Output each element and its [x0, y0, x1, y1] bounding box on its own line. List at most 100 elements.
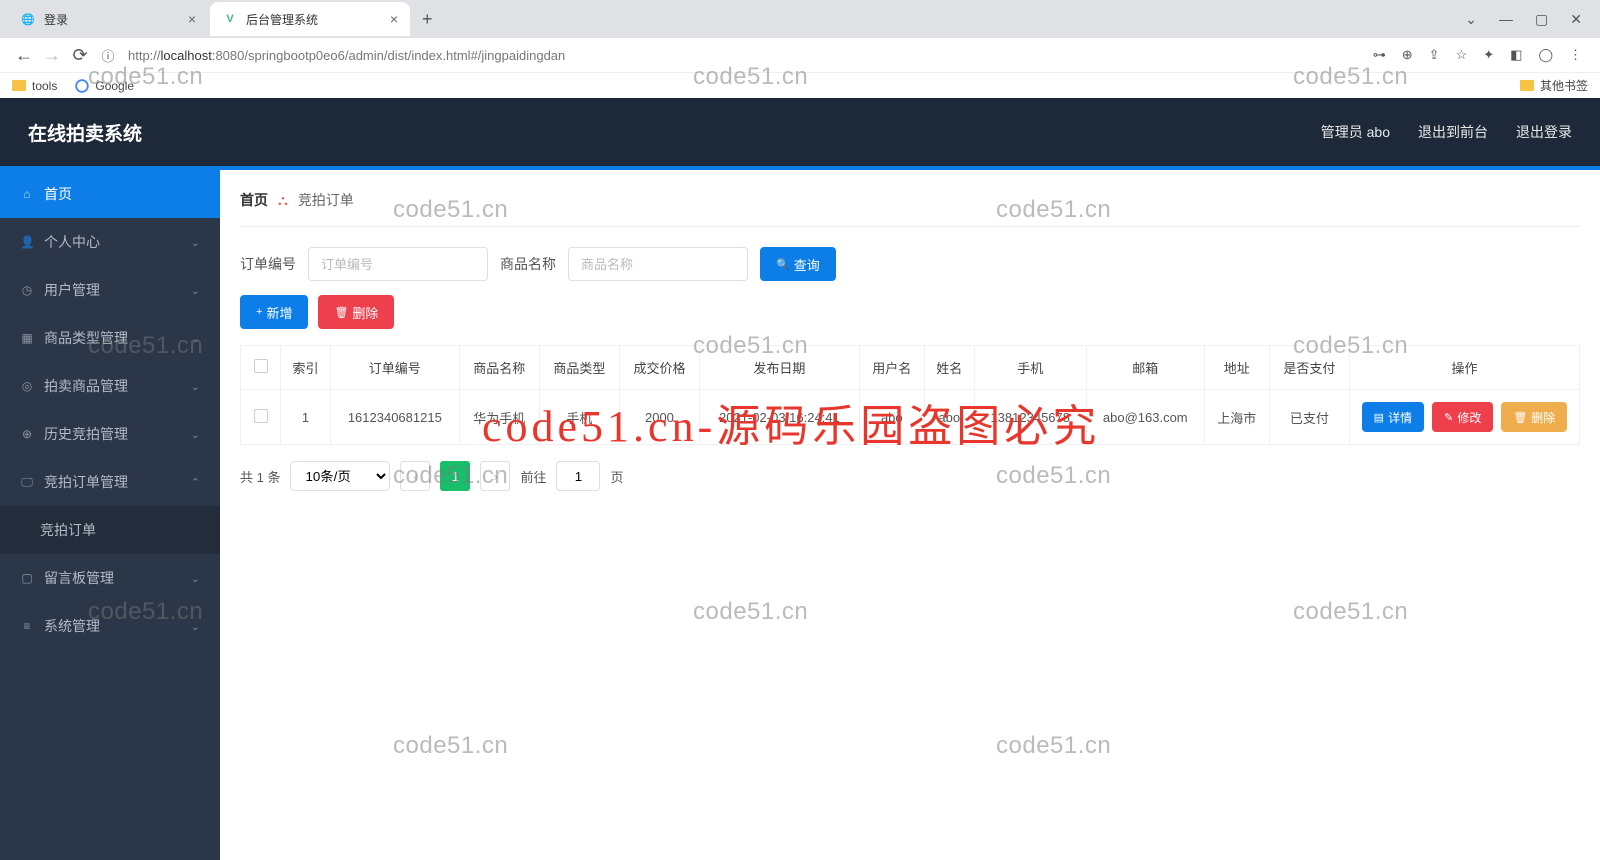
main: ⌂首页 👤个人中心⌄ ◷用户管理⌄ ▦商品类型管理⌄ ◎拍卖商品管理⌄ ⊕历史竞…	[0, 170, 1600, 860]
close-icon[interactable]: ×	[188, 11, 196, 27]
sidebar: ⌂首页 👤个人中心⌄ ◷用户管理⌄ ▦商品类型管理⌄ ◎拍卖商品管理⌄ ⊕历史竞…	[0, 170, 220, 860]
sidebar-item-auction-products[interactable]: ◎拍卖商品管理⌄	[0, 362, 220, 410]
bookmarks-bar: tools Google 其他书签	[0, 72, 1600, 98]
bookmark-google[interactable]: Google	[75, 79, 134, 93]
col-phone: 手机	[974, 346, 1086, 390]
row-checkbox[interactable]	[254, 409, 268, 423]
url-path: :8080/springbootp0eo6/admin/dist/index.h…	[212, 48, 565, 63]
next-page-button[interactable]: ›	[480, 461, 510, 491]
extensions-icon[interactable]: ✦	[1483, 47, 1494, 63]
add-label: 新增	[266, 303, 292, 322]
globe-icon: 🌐	[20, 11, 36, 27]
sidebar-item-users[interactable]: ◷用户管理⌄	[0, 266, 220, 314]
menu-icon[interactable]: ⋮	[1569, 47, 1582, 63]
col-price: 成交价格	[619, 346, 699, 390]
col-paid: 是否支付	[1269, 346, 1349, 390]
add-button[interactable]: +新增	[240, 295, 308, 329]
browser-tab-admin[interactable]: V 后台管理系统 ×	[210, 2, 410, 36]
chevron-down-icon: ⌄	[191, 284, 200, 297]
sidebar-item-label: 竞拍订单管理	[44, 472, 128, 492]
page-size-select[interactable]: 10条/页	[290, 461, 390, 491]
forward-button[interactable]: →	[38, 45, 66, 66]
sidebar-item-bid-orders[interactable]: 🖵竞拍订单管理⌃	[0, 458, 220, 506]
chevron-up-icon: ⌃	[191, 476, 200, 489]
folder-icon	[1520, 80, 1534, 91]
site-info-icon[interactable]: ⓘ	[94, 46, 122, 65]
cell-phone: 13812345678	[974, 390, 1086, 445]
sidebar-item-label: 竞拍订单	[40, 520, 96, 540]
grid-icon: ▦	[20, 331, 34, 345]
profile-icon[interactable]: ◯	[1538, 47, 1553, 63]
filter-product-input[interactable]	[568, 247, 748, 281]
delete-button[interactable]: 🗑删除	[318, 295, 394, 329]
search-button[interactable]: 🔍 查询	[760, 247, 836, 281]
cell-type: 手机	[539, 390, 619, 445]
trash-icon: 🗑	[1513, 411, 1527, 424]
sidebar-item-home[interactable]: ⌂ 首页	[0, 170, 220, 218]
url-input[interactable]: http://localhost:8080/springbootp0eo6/ad…	[128, 48, 1367, 63]
select-all-checkbox[interactable]	[254, 359, 268, 373]
sidebar-item-product-types[interactable]: ▦ 商品类型管理 ⌄	[0, 314, 220, 362]
breadcrumb-current: 竞拍订单	[298, 190, 354, 210]
window-minimize-icon[interactable]: —	[1499, 11, 1513, 28]
close-icon[interactable]: ×	[390, 11, 398, 27]
detail-button[interactable]: ▤详情	[1362, 402, 1424, 432]
sidebar-sub-bid-order[interactable]: 竞拍订单	[0, 506, 220, 554]
sidebar-item-profile[interactable]: 👤个人中心⌄	[0, 218, 220, 266]
prev-page-button[interactable]: ‹	[400, 461, 430, 491]
col-product: 商品名称	[459, 346, 539, 390]
back-button[interactable]: ←	[10, 45, 38, 66]
edit-button[interactable]: ✎修改	[1432, 402, 1493, 432]
star-icon[interactable]: ☆	[1456, 47, 1468, 63]
row-delete-label: 删除	[1531, 409, 1555, 426]
sidebar-item-label: 用户管理	[44, 280, 100, 300]
col-user: 用户名	[859, 346, 924, 390]
window-controls: ⌄ — ▢ ✕	[1465, 11, 1600, 28]
plus-circle-icon: ⊕	[20, 427, 34, 441]
pagination: 共 1 条 10条/页 ‹ 1 › 前往 页	[240, 461, 1580, 491]
zoom-icon[interactable]: ⊕	[1402, 47, 1413, 63]
sidebar-item-label: 商品类型管理	[44, 328, 128, 348]
window-close-icon[interactable]: ✕	[1570, 11, 1582, 28]
page-suffix: 页	[610, 467, 623, 486]
sidebar-item-system[interactable]: ≡系统管理⌄	[0, 602, 220, 650]
window-dropdown-icon[interactable]: ⌄	[1465, 11, 1477, 28]
home-icon: ⌂	[20, 187, 34, 201]
chevron-down-icon: ⌄	[191, 620, 200, 633]
data-table: 索引 订单编号 商品名称 商品类型 成交价格 发布日期 用户名 姓名 手机 邮箱…	[240, 345, 1580, 445]
to-front-link[interactable]: 退出到前台	[1418, 122, 1488, 142]
key-icon[interactable]: ⊶	[1373, 47, 1386, 63]
bookmark-other[interactable]: 其他书签	[1520, 77, 1588, 94]
sidebar-item-history[interactable]: ⊕历史竞拍管理⌄	[0, 410, 220, 458]
sidebar-item-label: 首页	[44, 184, 72, 204]
row-delete-button[interactable]: 🗑 删除	[1501, 402, 1567, 432]
vue-icon: V	[222, 11, 238, 27]
address-bar: ← → ⟳ ⓘ http://localhost:8080/springboot…	[0, 38, 1600, 72]
page-number[interactable]: 1	[440, 461, 470, 491]
search-label: 查询	[794, 255, 820, 274]
search-icon: 🔍	[776, 258, 790, 271]
bookmark-tools[interactable]: tools	[12, 79, 57, 93]
filter-bar: 订单编号 商品名称 🔍查询	[240, 247, 1580, 281]
new-tab-button[interactable]: +	[412, 9, 443, 30]
url-scheme: http://	[128, 48, 161, 63]
cell-orderno: 1612340681215	[330, 390, 459, 445]
logout-link[interactable]: 退出登录	[1516, 122, 1572, 142]
chevron-down-icon: ⌄	[191, 332, 200, 345]
panel-icon[interactable]: ◧	[1510, 47, 1522, 63]
reload-button[interactable]: ⟳	[66, 45, 94, 66]
breadcrumb-home[interactable]: 首页	[240, 190, 268, 210]
admin-label[interactable]: 管理员 abo	[1321, 122, 1390, 142]
window-maximize-icon[interactable]: ▢	[1535, 11, 1548, 28]
sidebar-item-messages[interactable]: ▢留言板管理⌄	[0, 554, 220, 602]
goto-label: 前往	[520, 467, 546, 486]
filter-order-input[interactable]	[308, 247, 488, 281]
edit-label: 修改	[1457, 409, 1481, 426]
table-header-row: 索引 订单编号 商品名称 商品类型 成交价格 发布日期 用户名 姓名 手机 邮箱…	[241, 346, 1580, 390]
goto-input[interactable]	[556, 461, 600, 491]
app-title: 在线拍卖系统	[28, 119, 142, 146]
chevron-down-icon: ⌄	[191, 428, 200, 441]
filter-product-label: 商品名称	[500, 254, 556, 274]
share-icon[interactable]: ⇪	[1429, 47, 1440, 63]
browser-tab-login[interactable]: 🌐 登录 ×	[8, 2, 208, 36]
